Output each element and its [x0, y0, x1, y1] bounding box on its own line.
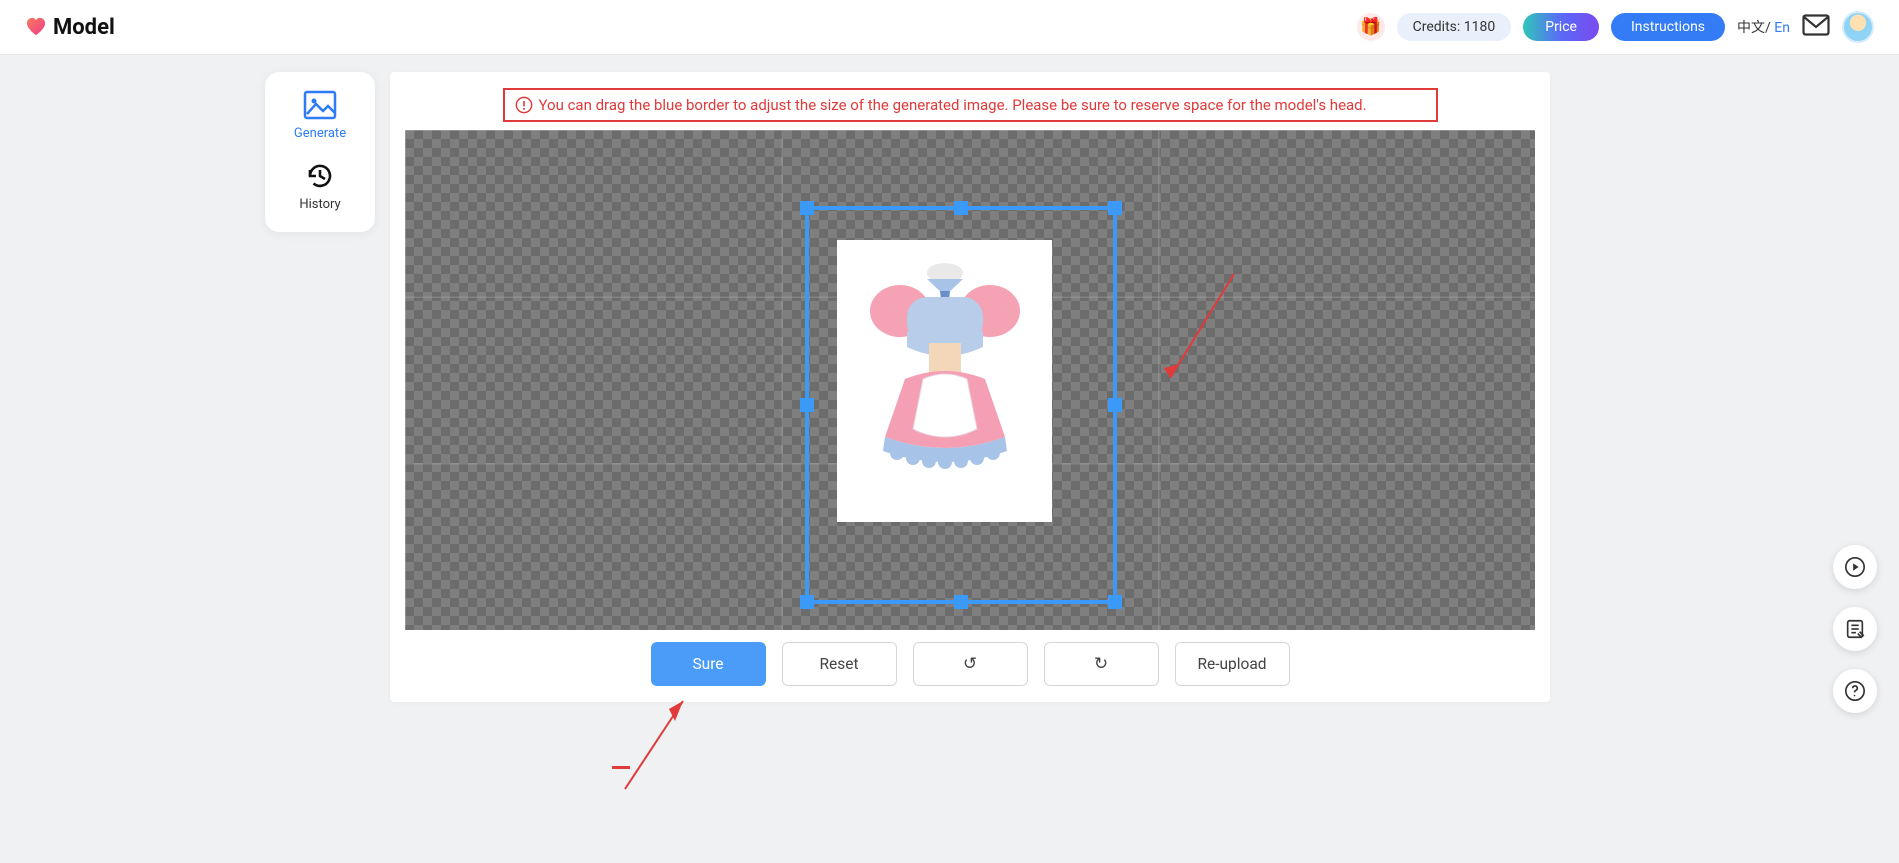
annotation-arrow-2 — [615, 695, 695, 795]
crop-handle-l[interactable] — [800, 398, 814, 412]
reset-button[interactable]: Reset — [782, 642, 897, 686]
notice-text: You can drag the blue border to adjust t… — [539, 96, 1367, 114]
play-button[interactable] — [1833, 545, 1877, 589]
mail-icon[interactable] — [1802, 14, 1830, 40]
lang-zh: 中文 — [1737, 20, 1765, 36]
reupload-button[interactable]: Re-upload — [1175, 642, 1290, 686]
history-icon — [303, 161, 337, 191]
crop-handle-tr[interactable] — [1108, 201, 1122, 215]
notice-banner: You can drag the blue border to adjust t… — [503, 88, 1438, 122]
action-row: Sure Reset ↺ ↻ Re-upload — [390, 642, 1550, 686]
crop-handle-bl[interactable] — [800, 595, 814, 609]
crop-canvas[interactable] — [405, 130, 1535, 630]
side-nav: Generate History — [265, 72, 375, 232]
credits-badge[interactable]: Credits: 1180 — [1397, 13, 1512, 41]
rotate-cw-button[interactable]: ↻ — [1044, 642, 1159, 686]
sidenav-item-history[interactable]: History — [299, 161, 340, 212]
sure-button[interactable]: Sure — [651, 642, 766, 686]
crop-handle-t[interactable] — [954, 201, 968, 215]
crop-handle-tl[interactable] — [800, 201, 814, 215]
main-panel: You can drag the blue border to adjust t… — [390, 72, 1550, 702]
logo-text: Model — [53, 15, 115, 40]
annotation-arrow-1 — [1160, 268, 1240, 388]
header-right: 🎁 Credits: 1180 Price Instructions 中文/ E… — [1357, 11, 1874, 43]
rotate-ccw-button[interactable]: ↺ — [913, 642, 1028, 686]
lang-en: En — [1774, 20, 1790, 36]
help-button[interactable] — [1833, 669, 1877, 713]
language-switch[interactable]: 中文/ En — [1737, 17, 1790, 37]
crop-box[interactable] — [805, 206, 1117, 604]
price-button[interactable]: Price — [1523, 13, 1599, 41]
instructions-button[interactable]: Instructions — [1611, 13, 1725, 41]
crop-handle-r[interactable] — [1108, 398, 1122, 412]
crop-handle-br[interactable] — [1108, 595, 1122, 609]
user-avatar[interactable] — [1842, 11, 1874, 43]
image-icon — [303, 90, 337, 120]
notes-button[interactable] — [1833, 607, 1877, 651]
warning-icon — [515, 96, 533, 114]
heart-icon — [25, 17, 47, 37]
annotation-underline — [612, 766, 630, 769]
sidenav-item-label: History — [299, 197, 340, 212]
floating-buttons — [1833, 545, 1877, 713]
gift-icon[interactable]: 🎁 — [1357, 13, 1385, 41]
header: Model 🎁 Credits: 1180 Price Instructions… — [0, 0, 1899, 55]
sidenav-item-label: Generate — [294, 126, 346, 141]
crop-handle-b[interactable] — [954, 595, 968, 609]
sidenav-item-generate[interactable]: Generate — [294, 90, 346, 141]
logo[interactable]: Model — [25, 15, 115, 40]
